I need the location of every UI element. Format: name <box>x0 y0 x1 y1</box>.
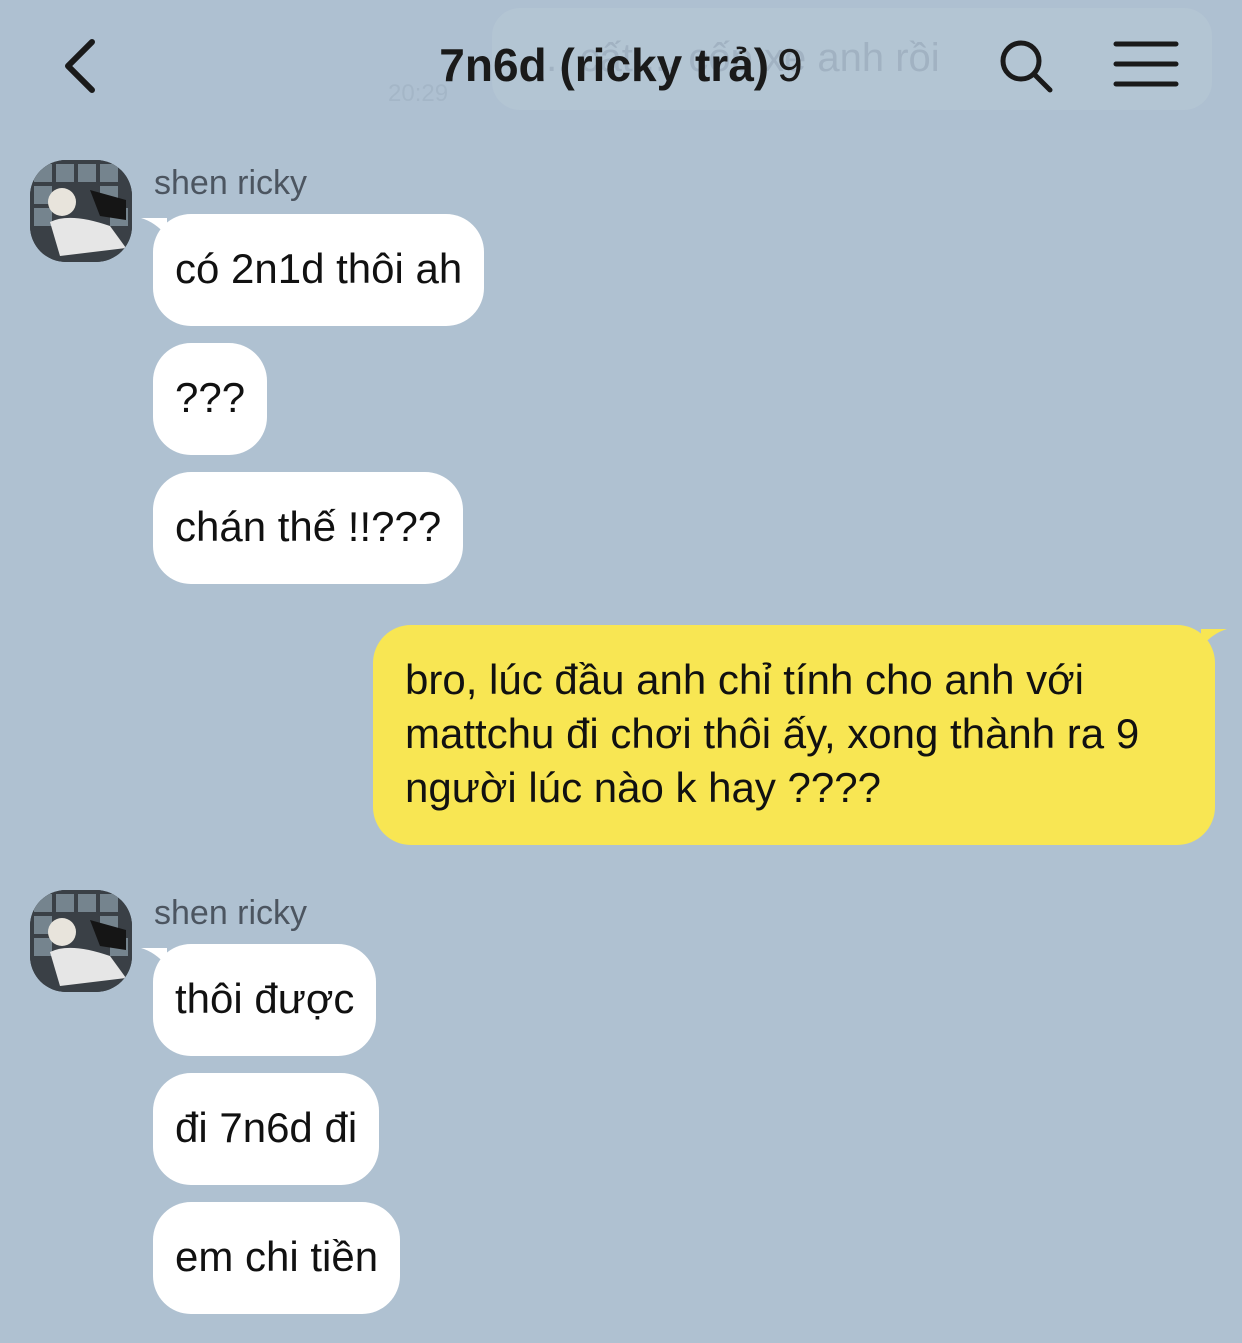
avatar[interactable] <box>30 890 132 992</box>
chat-title-text: 7n6d (ricky trả) <box>439 39 770 91</box>
message-bubble[interactable]: ??? <box>153 343 268 455</box>
sender-name: shen ricky <box>154 894 308 932</box>
avatar[interactable] <box>30 160 132 262</box>
outgoing-message-bubble[interactable]: bro, lúc đầu anh chỉ tính cho anh với ma… <box>373 625 1227 845</box>
message-text: bro, lúc đầu anh chỉ tính cho anh với ma… <box>405 656 1140 811</box>
message-bubble[interactable]: em chi tiền <box>153 1202 401 1314</box>
sender-name: shen ricky <box>154 164 308 202</box>
message-text: em chi tiền <box>175 1233 379 1280</box>
message-text: đi 7n6d đi <box>175 1104 358 1151</box>
hamburger-menu-icon <box>1113 41 1179 87</box>
message-bubble[interactable]: chán thế !!??? <box>153 472 464 584</box>
menu-button[interactable] <box>1112 38 1180 94</box>
message-text: thôi được <box>175 975 355 1022</box>
message-bubble[interactable]: có 2n1d thôi ah <box>141 214 485 326</box>
message-text: chán thế !!??? <box>175 503 442 550</box>
search-icon <box>1000 40 1053 93</box>
message-text: ??? <box>175 374 246 421</box>
message-text: có 2n1d thôi ah <box>175 245 463 292</box>
member-count: 9 <box>777 39 803 91</box>
message-bubble[interactable]: đi 7n6d đi <box>153 1073 380 1185</box>
message-bubble[interactable]: thôi được <box>141 944 377 1056</box>
search-button[interactable] <box>996 36 1056 96</box>
chat-header: ... cất ... cốp xe anh rồi 20:29 7n6d (r… <box>0 0 1242 130</box>
